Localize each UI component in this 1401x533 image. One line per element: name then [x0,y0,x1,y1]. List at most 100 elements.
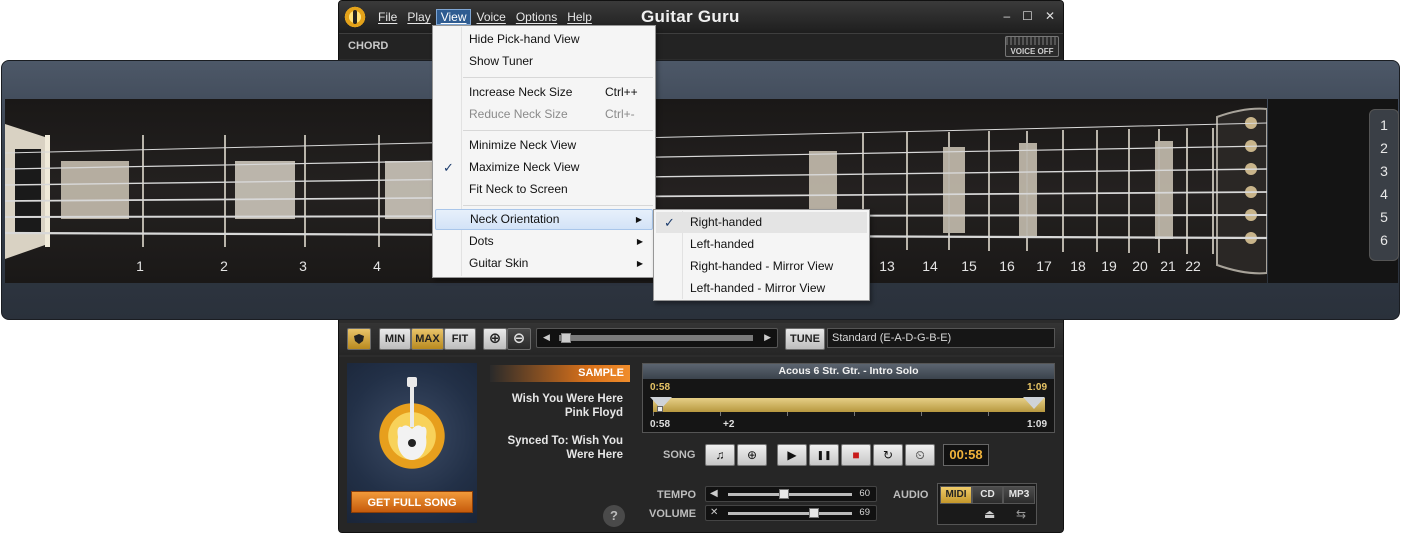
maximize-icon[interactable]: ☐ [1022,9,1033,23]
menu-file[interactable]: File [373,9,402,25]
swap-icon[interactable]: ⇆ [1016,507,1026,521]
submenu-arrow-icon: ▶ [635,215,642,224]
help-icon[interactable]: ? [603,505,625,527]
stop-icon[interactable]: ■ [841,444,871,466]
pause-icon[interactable]: ❚❚ [809,444,839,466]
volume-slider[interactable]: ✕ 69 [705,505,877,521]
add-track-icon[interactable]: ⊕ [737,444,767,466]
menu-item-label: Reduce Neck Size [469,107,568,121]
neck-orientation-submenu: ✓ Right-handed Left-handed Right-handed -… [653,209,870,301]
scroll-thumb[interactable] [561,333,571,343]
volume-value: 69 [859,507,870,518]
voice-off-button[interactable]: VOICE OFF [1005,36,1059,57]
menu-item-increase-neck-size[interactable]: Increase Neck Size Ctrl++ [435,82,653,103]
menu-item-label: Maximize Neck View [469,160,580,174]
guitar-icon [397,377,427,460]
fret-number: 17 [1036,258,1052,274]
volume-label: VOLUME [649,508,697,520]
fret-number: 2 [220,258,228,274]
menu-view[interactable]: View [435,9,472,25]
loop-region[interactable] [653,398,1045,412]
loop-sequencer[interactable]: Acous 6 Str. Gtr. - Intro Solo 0:58 1:09… [642,363,1055,433]
song-title: Wish You Were Here [511,393,623,405]
string-number[interactable]: 4 [1370,186,1398,202]
tune-button[interactable]: TUNE [785,328,825,350]
fret-number: 16 [999,258,1015,274]
minimize-icon[interactable]: – [1003,9,1010,23]
window-controls: – ☐ ✕ [1003,9,1055,23]
song-label: SONG [663,449,696,461]
string-number[interactable]: 3 [1370,163,1398,179]
sample-badge: SAMPLE [490,365,630,382]
menu-item-right-handed[interactable]: ✓ Right-handed [656,212,867,233]
loop-start-time: 0:58 [650,382,671,393]
menu-item-right-handed-mirror[interactable]: Right-handed - Mirror View [656,256,867,277]
tempo-slider[interactable]: ◀ 60 [705,486,877,502]
menu-item-left-handed-mirror[interactable]: Left-handed - Mirror View [656,278,867,299]
min-button[interactable]: MIN [379,328,411,350]
menu-shortcut: Ctrl+- [605,107,635,121]
menu-item-minimize-neck-view[interactable]: Minimize Neck View [435,135,653,156]
menu-item-label: Left-handed [690,237,755,251]
menu-item-label: Minimize Neck View [469,138,577,152]
fit-button[interactable]: FIT [444,328,476,350]
menu-item-label: Fit Neck to Screen [469,182,568,196]
playhead[interactable] [657,406,663,412]
tempo-rail[interactable] [728,493,852,496]
tuning-display[interactable]: Standard (E-A-D-G-B-E) [827,328,1055,348]
loop-icon[interactable]: ↻ [873,444,903,466]
menu-help[interactable]: Help [562,9,597,25]
neck-scrollbar[interactable]: ◀ ▶ [536,328,778,348]
fret-number: 22 [1185,258,1201,274]
scroll-right-icon[interactable]: ▶ [764,332,771,343]
volume-knob[interactable] [808,508,819,518]
menu-item-show-tuner[interactable]: Show Tuner [435,51,653,72]
midi-button[interactable]: MIDI [940,486,972,504]
metronome-icon[interactable]: ⏲ [905,444,935,466]
volume-rail[interactable] [728,512,852,515]
menu-voice[interactable]: Voice [471,9,510,25]
menu-item-neck-orientation[interactable]: Neck Orientation ▶ [435,209,653,230]
pick-guard-button[interactable] [347,328,371,350]
scroll-track[interactable] [559,335,753,341]
artist-name: Pink Floyd [564,407,623,419]
menu-item-label: Right-handed - Mirror View [690,259,834,273]
close-icon[interactable]: ✕ [1045,9,1055,23]
tempo-down-icon[interactable]: ◀ [710,488,718,499]
get-full-song-button[interactable]: GET FULL SONG [351,491,473,513]
fret-number: 20 [1132,258,1148,274]
music-note-icon[interactable]: ♫ [705,444,735,466]
fret-number: 18 [1070,258,1086,274]
menu-options[interactable]: Options [511,9,562,25]
guitar-guru-logo-icon[interactable] [343,5,367,29]
scroll-left-icon[interactable]: ◀ [543,332,550,343]
menu-shortcut: Ctrl++ [605,85,638,99]
menu-play[interactable]: Play [402,9,435,25]
menu-item-fit-neck-to-screen[interactable]: Fit Neck to Screen [435,179,653,200]
zoom-out-icon[interactable]: ⊖ [507,328,531,350]
loop-end-marker[interactable] [1023,397,1045,409]
zoom-in-icon[interactable]: ⊕ [483,328,507,350]
max-button[interactable]: MAX [411,328,444,350]
cd-button[interactable]: CD [972,486,1003,504]
play-icon[interactable]: ▶ [777,444,807,466]
sequencer-ticks [653,412,1045,416]
menu-separator [463,130,653,131]
eject-icon[interactable]: ⏏ [984,507,995,521]
fret-number: 13 [879,258,895,274]
string-number[interactable]: 2 [1370,140,1398,156]
string-number[interactable]: 6 [1370,232,1398,248]
string-number[interactable]: 1 [1370,117,1398,133]
menu-item-maximize-neck-view[interactable]: ✓ Maximize Neck View [435,157,653,178]
string-number[interactable]: 5 [1370,209,1398,225]
menu-item-hide-pick-hand-view[interactable]: Hide Pick-hand View [435,29,653,50]
loop-end-time: 1:09 [1026,382,1047,393]
tempo-knob[interactable] [778,489,789,499]
mp3-button[interactable]: MP3 [1003,486,1035,504]
mute-icon[interactable]: ✕ [710,507,718,518]
menu-item-dots[interactable]: Dots ▶ [435,231,653,252]
menu-item-left-handed[interactable]: Left-handed [656,234,867,255]
menu-item-label: Dots [469,234,494,248]
tempo-value: 60 [859,488,870,499]
menu-item-guitar-skin[interactable]: Guitar Skin ▶ [435,253,653,274]
